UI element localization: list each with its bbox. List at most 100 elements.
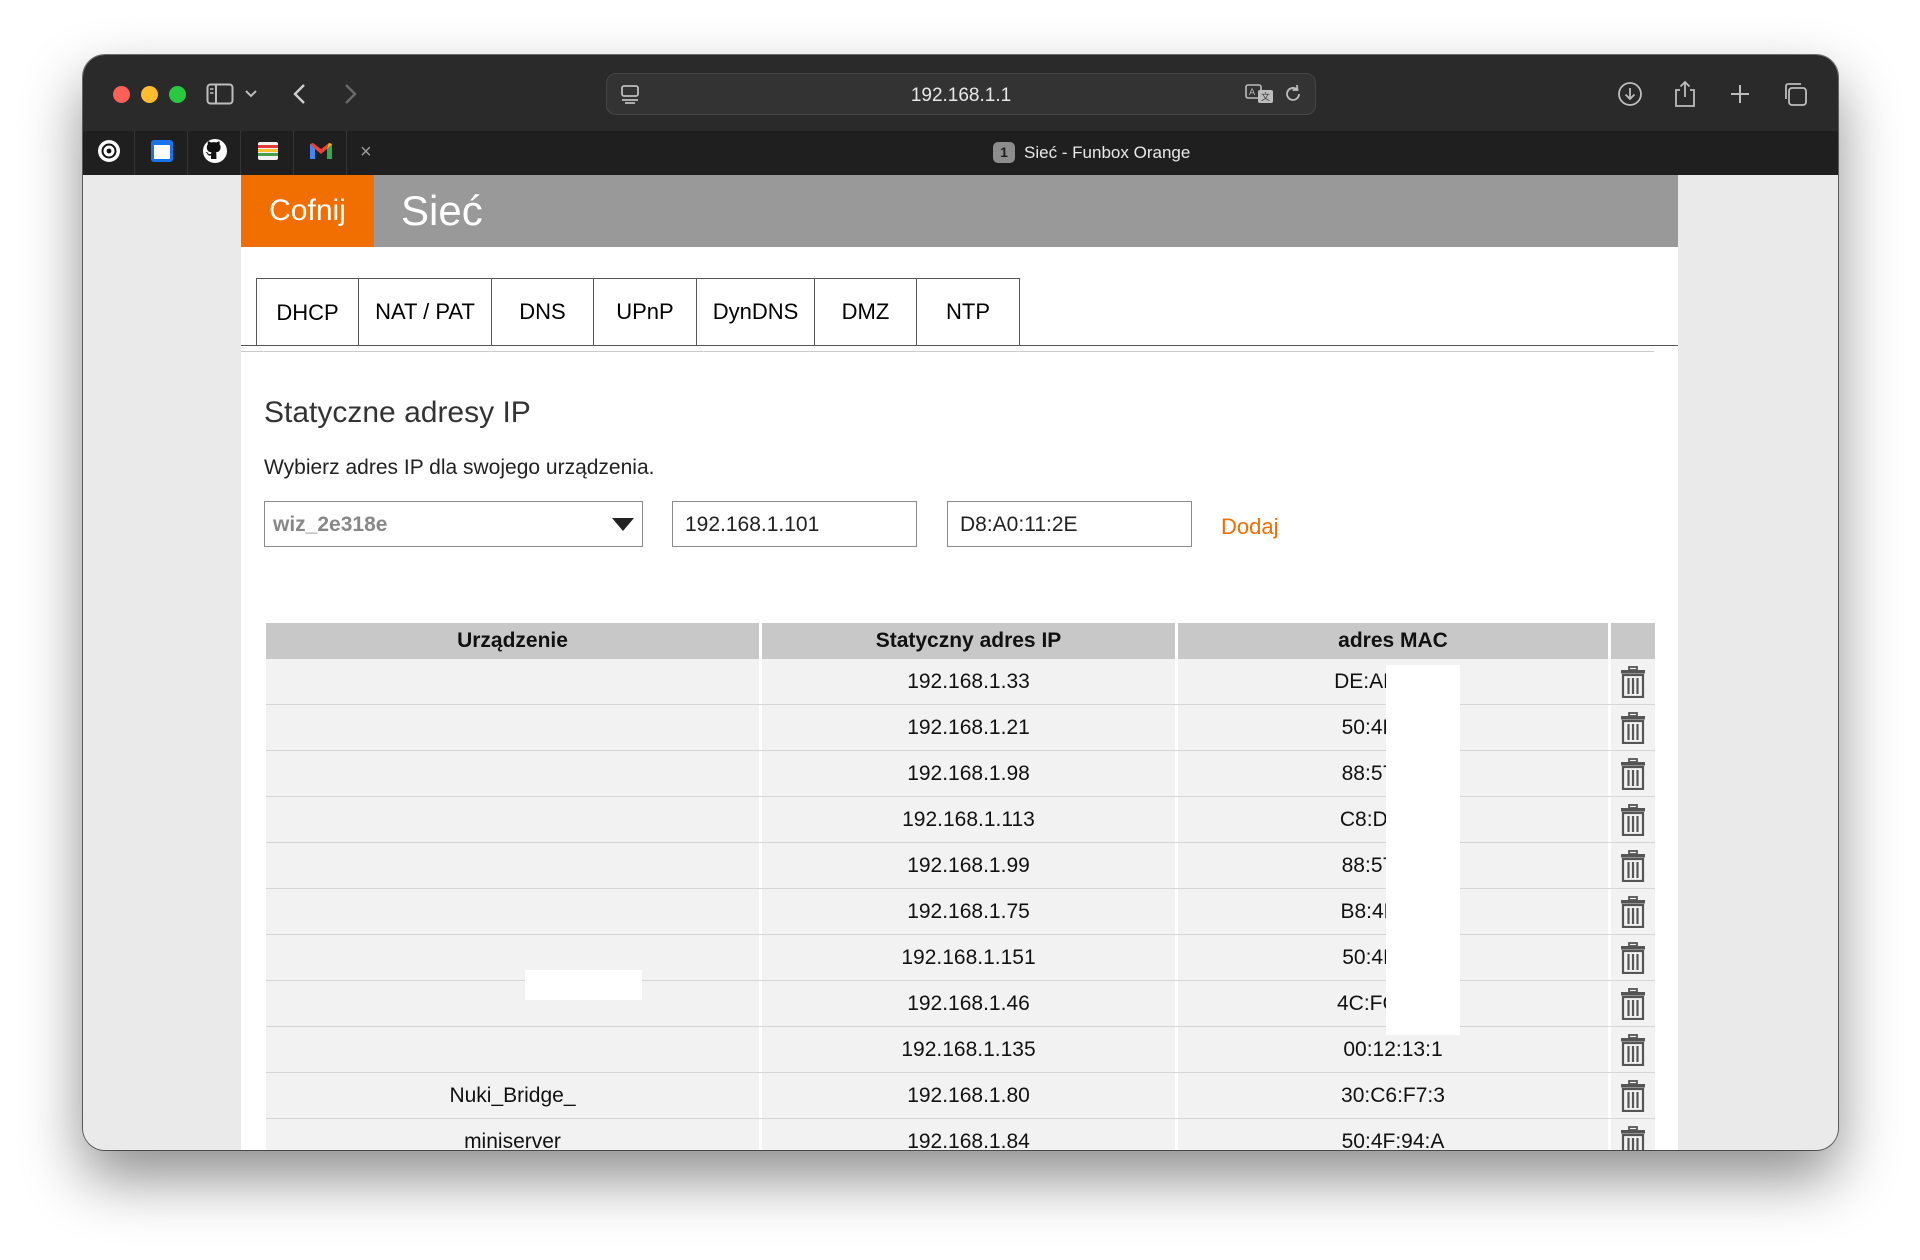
downloads-icon[interactable] [1613, 77, 1647, 111]
trash-icon [1621, 1079, 1645, 1112]
wallet-icon [256, 139, 280, 168]
device-cell [266, 705, 762, 750]
svg-text:文: 文 [1261, 91, 1270, 103]
svg-text:A: A [1249, 88, 1256, 98]
forward-arrow-icon[interactable] [338, 77, 364, 111]
mac-address-input[interactable]: D8:A0:11:2E [947, 501, 1192, 547]
translate-icon[interactable]: A文 [1245, 83, 1275, 110]
ip-cell: 192.168.1.21 [762, 705, 1178, 750]
new-tab-icon[interactable] [1723, 77, 1757, 111]
minimize-window-button[interactable] [141, 86, 158, 103]
tab-dyndns[interactable]: DynDNS [697, 278, 815, 346]
pinned-tab-openai[interactable] [83, 131, 135, 175]
delete-button[interactable] [1611, 935, 1655, 980]
tab-dns[interactable]: DNS [492, 278, 594, 346]
back-arrow-icon[interactable] [286, 77, 312, 111]
ip-cell: 192.168.1.80 [762, 1073, 1178, 1118]
ip-cell: 192.168.1.46 [762, 981, 1178, 1026]
active-tab-title: Sieć - Funbox Orange [1024, 142, 1191, 162]
trash-icon [1621, 941, 1645, 974]
ip-cell: 192.168.1.98 [762, 751, 1178, 796]
ip-cell: 192.168.1.135 [762, 1027, 1178, 1072]
tabs-divider [241, 345, 1678, 346]
delete-button[interactable] [1611, 1073, 1655, 1118]
delete-button[interactable] [1611, 843, 1655, 888]
page-header: Cofnij Sieć [241, 175, 1678, 247]
device-cell [266, 659, 762, 704]
device-cell [266, 797, 762, 842]
delete-button[interactable] [1611, 889, 1655, 934]
pinned-tab-gmail[interactable] [295, 131, 347, 175]
mac-cell: 30:C6:F7:3 [1178, 1073, 1611, 1118]
active-tab[interactable]: 1 Sieć - Funbox Orange [993, 142, 1190, 163]
column-header-mac: adres MAC [1178, 623, 1611, 659]
tab-dmz[interactable]: DMZ [815, 278, 917, 346]
table-row: Nuki_Bridge_ 192.168.1.80 30:C6:F7:3 [266, 1073, 1655, 1119]
ip-cell: 192.168.1.75 [762, 889, 1178, 934]
chevron-down-icon[interactable] [241, 77, 261, 111]
device-cell: Nuki_Bridge_ [266, 1073, 762, 1118]
table-header: Urządzenie Statyczny adres IP adres MAC [266, 623, 1655, 659]
calendar-icon [150, 139, 174, 168]
delete-button[interactable] [1611, 659, 1655, 704]
device-cell [266, 889, 762, 934]
delete-button[interactable] [1611, 797, 1655, 842]
trash-icon [1621, 1033, 1645, 1066]
ip-cell: 192.168.1.84 [762, 1119, 1178, 1150]
delete-button[interactable] [1611, 1027, 1655, 1072]
tab-dhcp[interactable]: DHCP [256, 278, 359, 346]
device-cell [266, 1027, 762, 1072]
tab-overview-icon[interactable] [1778, 77, 1812, 111]
column-header-ip: Statyczny adres IP [762, 623, 1178, 659]
tab-count-badge: 1 [993, 142, 1015, 163]
redaction-mac [1386, 665, 1460, 1035]
delete-button[interactable] [1611, 751, 1655, 796]
share-icon[interactable] [1668, 77, 1702, 111]
settings-tabs: DHCP NAT / PAT DNS UPnP DynDNS DMZ NTP [256, 278, 1020, 346]
mac-cell: 50:4F:94:A [1178, 1119, 1611, 1150]
tab-ntp[interactable]: NTP [917, 278, 1020, 346]
device-cell [266, 981, 762, 1026]
delete-button[interactable] [1611, 981, 1655, 1026]
router-page: Cofnij Sieć DHCP NAT / PAT DNS UPnP DynD… [241, 175, 1678, 1150]
browser-window: 192.168.1.1 A文 × 1 Sieć - Funbox Orange … [83, 55, 1838, 1150]
github-icon [202, 138, 228, 169]
sidebar-toggle-icon[interactable] [203, 77, 237, 111]
section-title: Statyczne adresy IP [264, 396, 531, 429]
delete-button[interactable] [1611, 1119, 1655, 1150]
close-tab-icon[interactable]: × [360, 141, 372, 164]
delete-button[interactable] [1611, 705, 1655, 750]
trash-icon [1621, 987, 1645, 1020]
device-select[interactable]: wiz_2e318e [264, 501, 643, 547]
pinned-tab-github[interactable] [189, 131, 241, 175]
pinned-tab-wallet[interactable] [242, 131, 294, 175]
back-button[interactable]: Cofnij [241, 175, 374, 247]
ip-address-input[interactable]: 192.168.1.101 [672, 501, 917, 547]
zoom-window-button[interactable] [169, 86, 186, 103]
ip-cell: 192.168.1.33 [762, 659, 1178, 704]
address-bar[interactable]: 192.168.1.1 A文 [606, 73, 1316, 115]
device-cell: miniserver [266, 1119, 762, 1150]
gmail-icon [308, 140, 334, 167]
close-window-button[interactable] [113, 86, 130, 103]
column-header-device: Urządzenie [266, 623, 762, 659]
add-button[interactable]: Dodaj [1221, 514, 1278, 540]
trash-icon [1621, 1125, 1645, 1150]
pinned-tab-calendar[interactable] [136, 131, 188, 175]
device-cell [266, 751, 762, 796]
screenshot-stage: 192.168.1.1 A文 × 1 Sieć - Funbox Orange … [0, 0, 1920, 1260]
page-viewport: Cofnij Sieć DHCP NAT / PAT DNS UPnP DynD… [83, 175, 1838, 1150]
device-cell [266, 935, 762, 980]
tab-upnp[interactable]: UPnP [594, 278, 697, 346]
column-header-actions [1611, 623, 1655, 659]
ip-cell: 192.168.1.99 [762, 843, 1178, 888]
trash-icon [1621, 711, 1645, 744]
reload-icon[interactable] [1283, 83, 1303, 110]
trash-icon [1621, 665, 1645, 698]
tab-nat-pat[interactable]: NAT / PAT [359, 278, 492, 346]
ip-cell: 192.168.1.151 [762, 935, 1178, 980]
trash-icon [1621, 849, 1645, 882]
tab-bar: × 1 Sieć - Funbox Orange [83, 131, 1838, 175]
openai-icon [97, 139, 121, 168]
dropdown-arrow-icon [612, 518, 634, 531]
